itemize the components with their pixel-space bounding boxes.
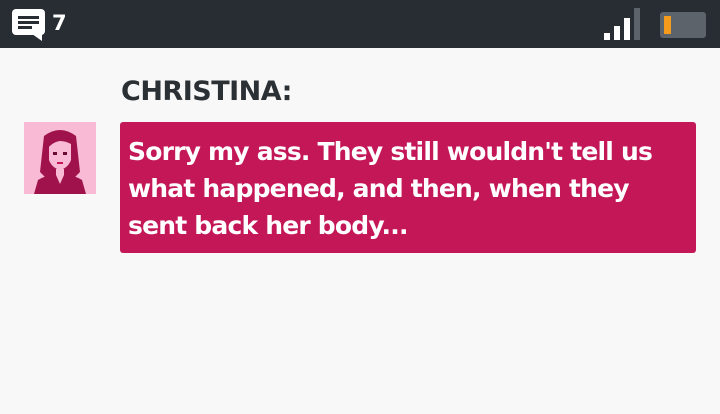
chat-bubble-icon[interactable]: [12, 8, 45, 41]
status-bar: 7: [0, 0, 720, 48]
battery-low-icon: [660, 12, 706, 38]
character-portrait-icon: [24, 122, 96, 194]
avatar: [24, 122, 96, 194]
dialogue-bubble[interactable]: Sorry my ass. They still wouldn't tell u…: [120, 122, 696, 253]
dialogue-text: Sorry my ass. They still wouldn't tell u…: [128, 137, 653, 240]
signal-strength-icon: [604, 8, 640, 40]
message-count: 7: [52, 11, 67, 35]
speaker-name: CHRISTINA:: [121, 76, 292, 107]
